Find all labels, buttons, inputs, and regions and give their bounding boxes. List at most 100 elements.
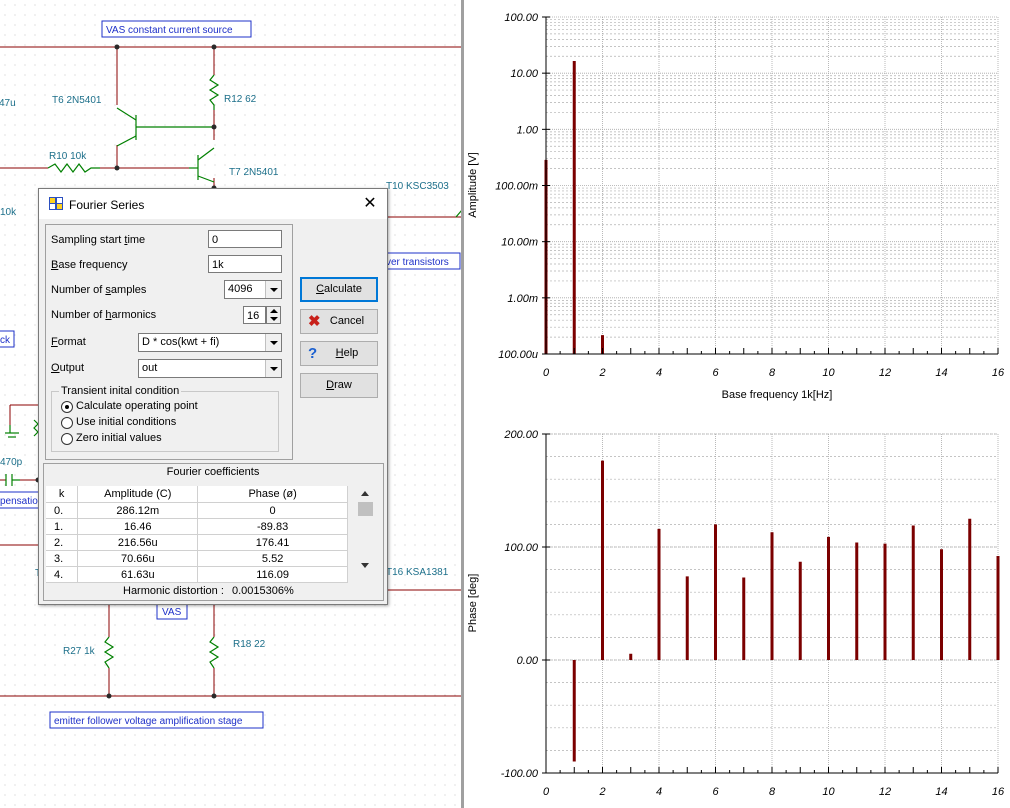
table-row[interactable]: 0. 286.12m 0 [46,502,348,519]
scroll-up-icon[interactable] [361,491,369,496]
coefficients-title: Fourier coefficients [166,466,260,478]
column-header-phase: Phase (ø) [197,486,348,503]
x-tick-label: 12 [879,367,891,379]
format-select[interactable]: D * cos(kwt + fi) [138,333,282,352]
label-compensation: pensatio [0,496,38,507]
y-tick-label: 10.00 [510,68,538,80]
y-tick-label: 100.00 [504,542,539,554]
radio-calculate-operating-point[interactable] [61,401,73,413]
radio-zero-initial-values[interactable] [61,433,73,445]
table-row[interactable]: 3. 70.66u 5.52 [46,550,348,567]
calculate-button[interactable]: Calculate [300,277,378,302]
number-of-samples-value: 4096 [228,283,253,295]
dialog-title-bar[interactable]: Fourier Series ✕ [39,189,387,219]
phase-chart: 200.00 100.00 0.00 -100.00 0 2 4 6 8 10 12 14 16 Pha… [467,429,1005,798]
x-tick-label: 0 [543,786,550,798]
label-r18: R18 22 [233,639,266,650]
dialog-title: Fourier Series [69,198,145,212]
coef-cell-k: 1. [46,518,79,535]
table-row[interactable]: 2. 216.56u 176.41 [46,534,348,551]
radio-use-initial-conditions[interactable] [61,417,73,429]
x-tick-label: 8 [769,367,776,379]
x-tick-label: 10 [822,786,835,798]
output-value: out [142,362,158,374]
chevron-down-icon[interactable] [265,281,281,298]
x-tick-label: 8 [769,786,776,798]
output-select[interactable]: out [138,359,282,378]
label-t6: T6 2N5401 [52,95,102,106]
x-tick-label: 14 [935,786,947,798]
coef-cell-phase: 0 [197,502,348,519]
table-row[interactable]: 4. 61.63u 116.09 [46,566,348,583]
diagram-window: 100.0010.001.00100.00m10.00m1.00m100.00u… [464,0,1010,808]
amplitude-chart: 100.00 10.00 1.00 100.00m 10.00m 1.00m 100.00u… [467,12,1005,401]
coefficients-scrollbar[interactable] [357,486,374,575]
label-r12: R12 62 [224,94,257,105]
x-tick-label: 0 [543,367,550,379]
coef-cell-k: 0. [46,502,79,519]
harmonics-spinner[interactable] [266,306,281,324]
coef-cell-amp: 70.66u [77,550,199,567]
base-frequency-input[interactable]: 1k [208,255,282,273]
coef-cell-amp: 16.46 [77,518,199,535]
sampling-start-time-label: Sampling start time [51,234,146,246]
column-header-k: k [46,486,79,503]
close-icon[interactable]: ✕ [359,194,381,214]
x-tick-label: 2 [598,786,605,798]
label-t16: T16 KSA1381 [386,567,449,578]
sampling-start-time-input[interactable]: 0 [208,230,282,248]
y-tick-label: 10.00m [501,237,538,249]
coefficients-table[interactable]: k Amplitude (C) Phase (ø) 0. 286.12m 0 1. 16… [46,486,348,583]
coef-cell-amp: 61.63u [77,566,199,583]
label-47u: 47u [0,98,16,109]
label-t7: T7 2N5401 [229,167,279,178]
spin-down-icon[interactable] [270,317,278,321]
table-row[interactable]: 1. 16.46 -89.83 [46,518,348,535]
coef-cell-k: 3. [46,550,79,567]
y-tick-label: 100.00u [498,349,538,361]
spin-up-icon[interactable] [270,309,278,313]
x-tick-label: 2 [598,367,605,379]
format-value: D * cos(kwt + fi) [142,336,220,348]
x-tick-label: 10 [822,367,835,379]
output-label: Output [51,362,85,374]
transient-group-title: Transient inital condition [59,385,182,397]
x-tick-label: 4 [656,367,662,379]
coef-cell-phase: 116.09 [197,566,348,583]
y-tick-label: 100.00 [504,12,539,24]
chevron-down-icon[interactable] [265,360,281,377]
number-of-harmonics-input[interactable]: 16 [243,306,266,324]
draw-button[interactable]: Draw [300,373,378,398]
x-tick-label: 6 [712,367,719,379]
scroll-down-icon[interactable] [361,563,369,568]
number-of-samples-label: Number of samples [51,284,147,296]
option-calculate-operating-point[interactable]: Calculate operating point [76,400,198,412]
coef-cell-amp: 286.12m [77,502,199,519]
number-of-samples-select[interactable]: 4096 [224,280,282,299]
x-tick-label: 16 [992,786,1005,798]
cancel-button[interactable]: ✖ Cancel [300,309,378,334]
number-of-harmonics-label: Number of harmonics [51,309,157,321]
coef-cell-phase: 176.41 [197,534,348,551]
chevron-down-icon[interactable] [265,334,281,351]
app-icon [49,197,63,210]
x-tick-label: 6 [712,786,719,798]
help-icon: ? [308,345,318,362]
amplitude-axis-label: Amplitude [V] [467,152,479,217]
y-tick-label: 1.00 [517,124,539,136]
fourier-series-dialog: Fourier Series ✕ Sampling start time 0 B… [38,188,388,605]
option-use-initial-conditions[interactable]: Use initial conditions [76,416,176,428]
label-feedback: ck [0,335,11,346]
y-tick-label: 200.00 [503,429,539,441]
phase-axis-label: Phase [deg] [467,574,479,633]
frequency-axis-label: Base frequency 1k[Hz] [722,389,833,401]
coef-cell-phase: -89.83 [197,518,348,535]
x-tick-label: 16 [992,367,1005,379]
option-zero-initial-values[interactable]: Zero initial values [76,432,162,444]
coef-cell-amp: 216.56u [77,534,199,551]
help-button[interactable]: ? Help [300,341,378,366]
x-tick-label: 4 [656,786,662,798]
label-470p: 470p [0,457,23,468]
x-tick-label: 14 [935,367,947,379]
scroll-thumb[interactable] [358,502,373,516]
